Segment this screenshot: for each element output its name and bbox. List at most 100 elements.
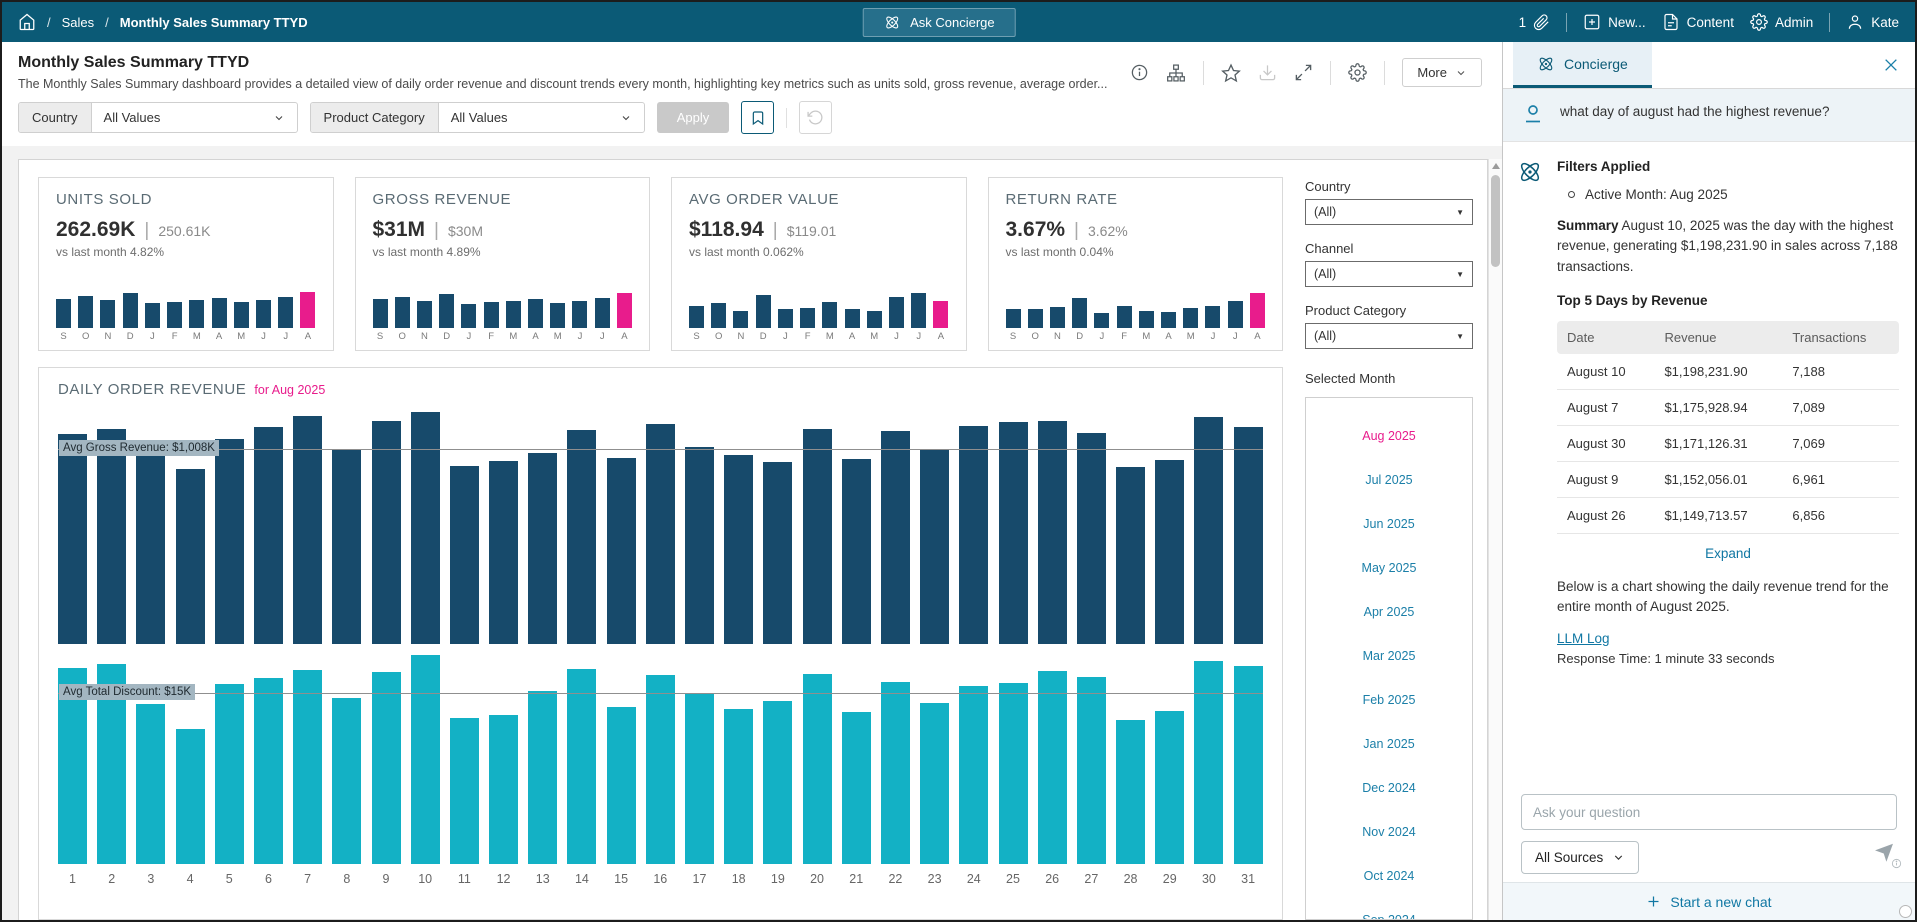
spark-bar[interactable] xyxy=(100,300,115,328)
spark-bar[interactable] xyxy=(1139,311,1154,328)
total-discount-bar-day-13[interactable] xyxy=(528,691,557,864)
dashboard-scrollbar[interactable] xyxy=(1488,159,1502,920)
gross-revenue-bar-day-27[interactable] xyxy=(1077,433,1106,644)
total-discount-bar-day-26[interactable] xyxy=(1038,671,1067,864)
spark-bar[interactable] xyxy=(439,294,454,328)
spark-bar[interactable] xyxy=(167,302,182,328)
spark-bar[interactable] xyxy=(1183,308,1198,328)
spark-bar[interactable] xyxy=(800,308,815,328)
breadcrumb-sales[interactable]: Sales xyxy=(62,15,95,30)
gross-revenue-bar-day-25[interactable] xyxy=(999,422,1028,644)
spark-bar[interactable] xyxy=(867,311,882,328)
total-discount-bar-day-21[interactable] xyxy=(842,712,871,864)
gross-revenue-bar-day-13[interactable] xyxy=(528,453,557,644)
gross-revenue-bar-day-4[interactable] xyxy=(176,469,205,644)
spark-bar[interactable] xyxy=(822,302,837,328)
month-item-mar-2025[interactable]: Mar 2025 xyxy=(1306,634,1472,678)
gross-revenue-bar-day-22[interactable] xyxy=(881,431,910,644)
spark-bar[interactable] xyxy=(484,302,499,328)
gross-revenue-bar-day-19[interactable] xyxy=(763,462,792,644)
spark-bar[interactable] xyxy=(1250,293,1265,328)
total-discount-bar-day-23[interactable] xyxy=(920,703,949,864)
total-discount-bar-day-11[interactable] xyxy=(450,718,479,864)
apply-button[interactable]: Apply xyxy=(657,102,730,133)
close-icon[interactable] xyxy=(1883,57,1899,73)
gross-revenue-bar-day-7[interactable] xyxy=(293,416,322,644)
sources-dropdown[interactable]: All Sources xyxy=(1521,841,1639,874)
gross-revenue-bar-day-23[interactable] xyxy=(920,449,949,644)
total-discount-bar-day-22[interactable] xyxy=(881,682,910,864)
product-quickfilter-dropdown[interactable]: (All) ▼ xyxy=(1305,323,1473,349)
spark-bar[interactable] xyxy=(711,303,726,328)
total-discount-bar-day-8[interactable] xyxy=(332,698,361,864)
gross-revenue-bar-day-24[interactable] xyxy=(959,426,988,644)
total-discount-bar-day-4[interactable] xyxy=(176,729,205,864)
spark-bar[interactable] xyxy=(689,306,704,328)
month-item-sep-2024[interactable]: Sep 2024 xyxy=(1306,898,1472,920)
total-discount-bar-day-20[interactable] xyxy=(803,674,832,864)
gross-revenue-bar-day-26[interactable] xyxy=(1038,421,1067,644)
total-discount-bar-day-6[interactable] xyxy=(254,678,283,864)
spark-bar[interactable] xyxy=(145,303,160,328)
total-discount-bar-day-17[interactable] xyxy=(685,694,714,864)
total-discount-bar-day-9[interactable] xyxy=(372,672,401,864)
gross-revenue-bar-day-5[interactable] xyxy=(215,439,244,644)
bookmark-button[interactable] xyxy=(741,101,774,134)
more-button[interactable]: More xyxy=(1402,58,1482,87)
spark-bar[interactable] xyxy=(1228,301,1243,328)
download-icon[interactable] xyxy=(1258,63,1277,82)
gross-revenue-bar-day-29[interactable] xyxy=(1155,460,1184,644)
spark-bar[interactable] xyxy=(595,298,610,328)
month-item-dec-2024[interactable]: Dec 2024 xyxy=(1306,766,1472,810)
gross-revenue-bar-day-6[interactable] xyxy=(254,427,283,644)
spark-bar[interactable] xyxy=(417,301,432,328)
gross-revenue-bar-day-18[interactable] xyxy=(724,455,753,644)
country-quickfilter-dropdown[interactable]: (All) ▼ xyxy=(1305,199,1473,225)
info-icon[interactable] xyxy=(1130,63,1149,82)
channel-quickfilter-dropdown[interactable]: (All) ▼ xyxy=(1305,261,1473,287)
attachments-button[interactable]: 1 xyxy=(1519,14,1551,31)
data-lineage-icon[interactable] xyxy=(1166,63,1186,83)
month-item-oct-2024[interactable]: Oct 2024 xyxy=(1306,854,1472,898)
gross-revenue-bar-day-9[interactable] xyxy=(372,421,401,644)
gross-revenue-bar-day-31[interactable] xyxy=(1234,427,1263,644)
spark-bar[interactable] xyxy=(373,299,388,328)
reset-button[interactable] xyxy=(799,101,832,134)
spark-bar[interactable] xyxy=(572,301,587,328)
expand-link[interactable]: Expand xyxy=(1557,546,1899,561)
spark-bar[interactable] xyxy=(889,297,904,328)
send-button[interactable] xyxy=(1873,841,1895,863)
total-discount-bar-day-31[interactable] xyxy=(1234,666,1263,864)
gross-revenue-bar-day-20[interactable] xyxy=(803,429,832,644)
concierge-tab[interactable]: Concierge xyxy=(1513,42,1652,88)
favorite-star-icon[interactable] xyxy=(1221,63,1241,83)
spark-bar[interactable] xyxy=(528,299,543,328)
product-category-filter-dropdown[interactable]: All Values xyxy=(439,103,644,132)
total-discount-bar-day-29[interactable] xyxy=(1155,711,1184,864)
spark-bar[interactable] xyxy=(189,300,204,328)
total-discount-bar-day-25[interactable] xyxy=(999,683,1028,864)
spark-bar[interactable] xyxy=(234,302,249,328)
spark-bar[interactable] xyxy=(1117,306,1132,328)
settings-gear-icon[interactable] xyxy=(1348,63,1367,82)
month-item-may-2025[interactable]: May 2025 xyxy=(1306,546,1472,590)
spark-bar[interactable] xyxy=(733,311,748,328)
spark-bar[interactable] xyxy=(256,300,271,328)
total-discount-bar-day-24[interactable] xyxy=(959,686,988,864)
spark-bar[interactable] xyxy=(617,293,632,328)
total-discount-bar-day-18[interactable] xyxy=(724,709,753,864)
spark-bar[interactable] xyxy=(78,296,93,328)
spark-bar[interactable] xyxy=(1050,307,1065,328)
month-item-nov-2024[interactable]: Nov 2024 xyxy=(1306,810,1472,854)
total-discount-bar-day-27[interactable] xyxy=(1077,677,1106,864)
gross-revenue-bar-day-28[interactable] xyxy=(1116,467,1145,644)
total-discount-bar-day-16[interactable] xyxy=(646,675,675,864)
total-discount-bar-day-7[interactable] xyxy=(293,670,322,864)
gross-revenue-bar-day-15[interactable] xyxy=(607,458,636,644)
llm-log-link[interactable]: LLM Log xyxy=(1557,631,1610,646)
spark-bar[interactable] xyxy=(1161,312,1176,328)
spark-bar[interactable] xyxy=(778,309,793,328)
ask-question-input[interactable] xyxy=(1521,794,1897,830)
new-button[interactable]: New... xyxy=(1583,13,1646,31)
gross-revenue-bar-day-10[interactable] xyxy=(411,412,440,644)
